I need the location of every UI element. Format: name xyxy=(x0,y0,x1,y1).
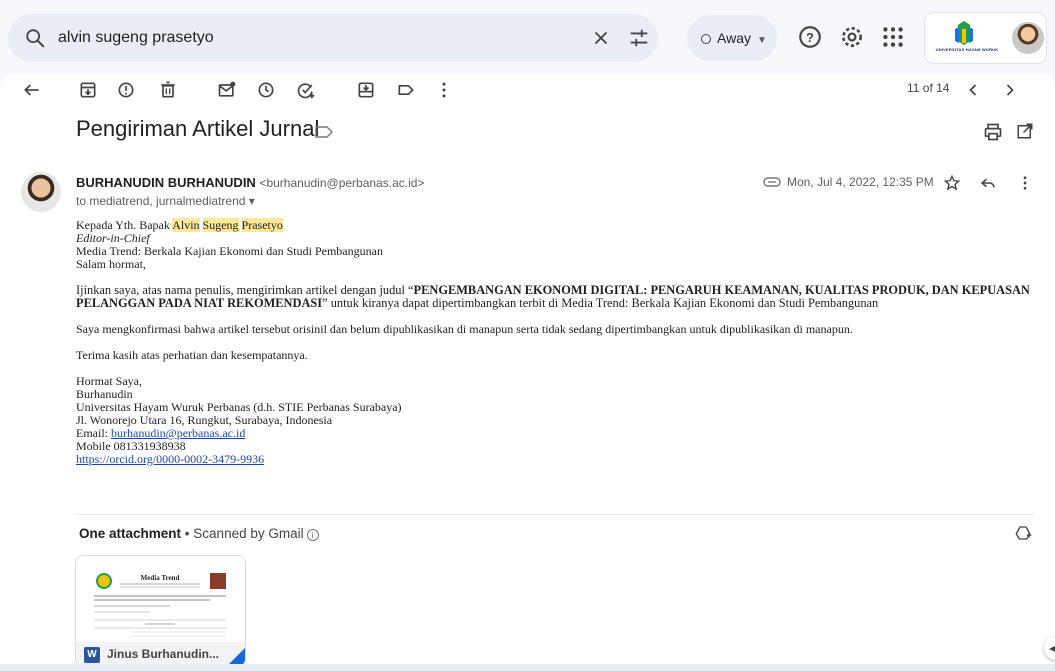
highlight-name-1: Alvin xyxy=(172,218,200,232)
attachment-divider xyxy=(76,514,1034,515)
move-to-icon[interactable] xyxy=(356,80,376,100)
important-label-icon[interactable] xyxy=(313,124,335,140)
signature-closing: Hormat Saya, xyxy=(76,374,142,388)
date-text: Mon, Jul 4, 2022, 12:35 PM xyxy=(787,175,934,189)
delete-icon[interactable] xyxy=(158,80,178,100)
signature-email-link[interactable]: burhanudin@perbanas.ac.id xyxy=(111,426,245,440)
signature-email-line: Email: burhanudin@perbanas.ac.id xyxy=(76,427,1036,440)
snooze-clock-icon[interactable] xyxy=(256,80,276,100)
sender-name[interactable]: BURHANUDIN BURHANUDIN xyxy=(76,175,256,190)
more-vertical-message-icon[interactable] xyxy=(1016,174,1034,192)
label-icon[interactable] xyxy=(396,80,416,100)
paragraph-2: Saya mengkonfirmasi bahwa artikel terseb… xyxy=(76,322,853,336)
university-logo-text: UNIVERSITAS HAYAM WURUK xyxy=(935,47,999,52)
university-logo-icon xyxy=(955,21,973,45)
status-circle-icon xyxy=(701,34,711,44)
sender-avatar[interactable] xyxy=(21,172,61,212)
chevron-right-icon[interactable] xyxy=(1000,80,1020,100)
reply-icon[interactable] xyxy=(979,174,997,192)
sender-email: <burhanudin@perbanas.ac.id> xyxy=(259,176,425,190)
archive-icon[interactable] xyxy=(78,80,98,100)
signature-email-label: Email: xyxy=(76,426,111,440)
chevron-left-small-icon: ◀ xyxy=(1049,644,1055,653)
paragraph-3: Terima kasih atas perhatian dan kesempat… xyxy=(76,348,308,362)
open-in-new-window-icon[interactable] xyxy=(1016,122,1034,140)
back-arrow-icon[interactable] xyxy=(22,80,42,100)
chevron-left-icon[interactable] xyxy=(963,80,983,100)
attachment-heading: One attachment xyxy=(79,526,182,541)
attachment-card[interactable]: Media Trend W Jinus Burhanudin... xyxy=(75,555,246,667)
recipients-line[interactable]: to mediatrend, jurnalmediatrend ▾ xyxy=(76,194,255,208)
email-card: 11 of 14 Pengiriman Artikel Jurnal BURHA… xyxy=(0,74,1055,671)
search-bar[interactable]: alvin sugeng prasetyo xyxy=(8,14,658,62)
bottom-strip xyxy=(0,664,1055,671)
account-avatar[interactable] xyxy=(1012,22,1044,54)
attachment-preview: Media Trend xyxy=(94,573,226,637)
search-input[interactable]: alvin sugeng prasetyo xyxy=(58,14,214,62)
account-brand[interactable]: UNIVERSITAS HAYAM WURUK xyxy=(924,12,1047,64)
scanned-by-gmail: Scanned by Gmail xyxy=(193,526,304,541)
highlight-name-2: Sugeng xyxy=(202,218,239,232)
email-subject: Pengiriman Artikel Jurnal xyxy=(76,116,320,141)
apps-grid-icon[interactable] xyxy=(880,24,906,50)
word-file-icon: W xyxy=(84,647,100,663)
attachment-clip-icon xyxy=(763,177,781,187)
add-task-icon[interactable] xyxy=(296,80,316,100)
report-spam-icon[interactable] xyxy=(116,80,136,100)
salam-line: Salam hormat, xyxy=(76,257,146,271)
mark-unread-icon[interactable] xyxy=(217,80,237,100)
journal-line: Media Trend: Berkala Kajian Ekonomi dan … xyxy=(76,244,383,258)
search-options-icon[interactable] xyxy=(628,27,650,49)
email-date: Mon, Jul 4, 2022, 12:35 PM xyxy=(763,175,934,189)
attachment-separator: • xyxy=(184,526,190,541)
recipients-dropdown-icon[interactable]: ▾ xyxy=(249,194,255,208)
clear-search-icon[interactable] xyxy=(590,27,612,49)
print-icon[interactable] xyxy=(983,122,1003,142)
preview-title: Media Trend xyxy=(141,574,180,582)
greeting-line: Kepada Yth. Bapak Alvin Sugeng Prasetyo xyxy=(76,218,1036,232)
svg-text:?: ? xyxy=(806,30,814,45)
message-counter: 11 of 14 xyxy=(907,81,950,95)
search-icon[interactable] xyxy=(24,27,46,49)
orcid-link[interactable]: https://orcid.org/0000-0002-3479-9936 xyxy=(76,452,264,466)
add-to-drive-icon[interactable] xyxy=(1014,524,1032,542)
attachment-file-name[interactable]: Jinus Burhanudin... xyxy=(107,647,219,661)
greeting-prefix: Kepada Yth. Bapak xyxy=(76,218,173,232)
highlight-name-3: Prasetyo xyxy=(241,218,283,232)
paragraph-1-end: ” untuk kiranya dapat dipertimbangkan te… xyxy=(322,296,879,310)
status-label: Away xyxy=(717,30,751,46)
email-body: Kepada Yth. Bapak Alvin Sugeng Prasetyo … xyxy=(76,218,1036,466)
gear-icon[interactable] xyxy=(839,24,865,50)
sender-line: BURHANUDIN BURHANUDIN <burhanudin@perban… xyxy=(76,175,424,190)
star-icon[interactable] xyxy=(943,174,961,192)
more-vertical-icon[interactable] xyxy=(434,80,454,100)
recipients-text: to mediatrend, jurnalmediatrend xyxy=(76,194,246,208)
info-icon[interactable]: i xyxy=(306,529,319,541)
paragraph-1-start: Ijinkan saya, atas nama penulis, mengiri… xyxy=(76,283,414,297)
status-dropdown[interactable]: Away ▼ xyxy=(687,15,777,61)
help-icon[interactable]: ? xyxy=(797,24,823,50)
chevron-down-icon: ▼ xyxy=(756,35,767,46)
top-bar: alvin sugeng prasetyo Away ▼ ? UNIVERSITA… xyxy=(0,0,1055,74)
paragraph-1: Ijinkan saya, atas nama penulis, mengiri… xyxy=(76,284,1036,310)
message-toolbar: 11 of 14 xyxy=(0,74,1055,108)
attachment-header: One attachment • Scanned by Gmail i xyxy=(79,526,319,541)
